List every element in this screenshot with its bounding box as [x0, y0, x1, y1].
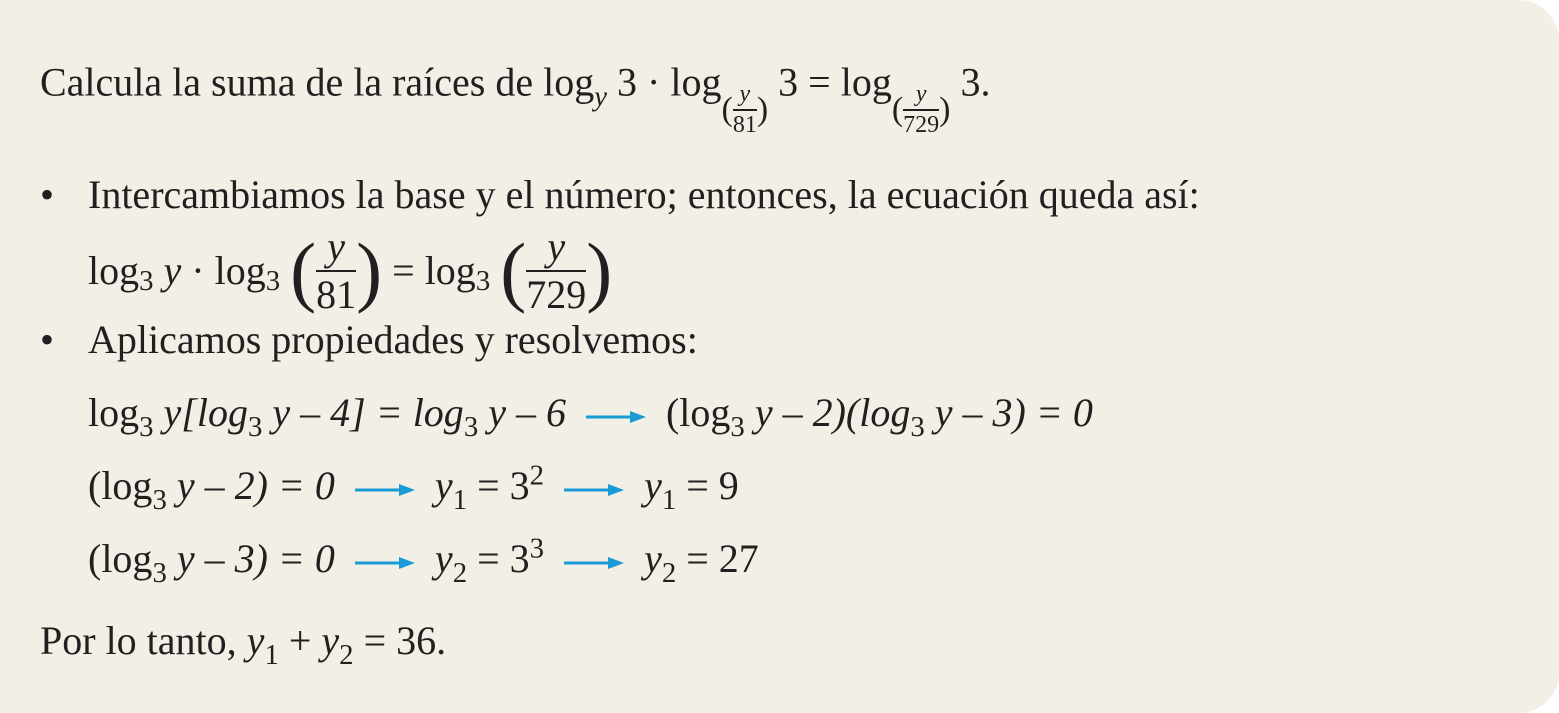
log-text: log: [840, 59, 892, 105]
log-base: 3: [265, 265, 281, 298]
paren-close: ): [356, 226, 383, 314]
conclusion: Por lo tanto, y1 + y2 = 36.: [40, 618, 447, 670]
fraction-num: y: [915, 81, 927, 107]
paren-open: (: [500, 226, 527, 314]
conclusion-prefix: Por lo tanto,: [40, 618, 237, 663]
var-y: y: [644, 463, 662, 508]
three: 3: [617, 59, 638, 105]
expr: = 9: [686, 463, 739, 508]
paren-close: ): [586, 226, 613, 314]
problem-prefix: Calcula la suma de la raíces de: [40, 59, 534, 105]
three: 3: [778, 59, 799, 105]
subscript: 1: [661, 484, 677, 517]
fraction-bar: [732, 109, 757, 112]
rewritten-equation: log3 y · log3 (y 81) = log3 (y 729): [88, 222, 613, 315]
content-card: Calcula la suma de la raíces de logy 3 ·…: [0, 0, 1559, 713]
right-arrow-icon: [354, 482, 415, 498]
expr: = 27: [686, 536, 759, 581]
right-arrow-icon: [564, 555, 625, 571]
var-y: y: [163, 247, 182, 293]
expr: = 3: [477, 463, 530, 508]
fraction-y-81: y 81: [316, 223, 357, 317]
log-text: (log: [88, 536, 153, 581]
fraction-den: 729: [526, 271, 587, 317]
small-fraction-729: ( y 729): [891, 81, 951, 139]
log-text: log: [424, 247, 476, 293]
right-arrow-icon: [564, 482, 625, 498]
var-y: y: [644, 536, 662, 581]
fraction-num: y: [547, 223, 566, 269]
right-arrow-icon: [354, 555, 415, 571]
subscript: 2: [452, 557, 468, 590]
expr: y – 2)(log: [754, 390, 911, 435]
fraction: y 729: [903, 81, 940, 139]
subscript: 2: [661, 557, 677, 590]
paren-open: (: [290, 226, 317, 314]
log-text: log: [88, 390, 140, 435]
paren-close: ): [939, 91, 951, 129]
subscript: 1: [452, 484, 468, 517]
bullet-icon: •: [40, 172, 55, 217]
fraction-y-729: y 729: [526, 223, 587, 317]
log-base: 3: [152, 557, 167, 590]
paren-open: (: [721, 91, 733, 129]
step1-text: Intercambiamos la base y el número; ento…: [88, 172, 1200, 217]
right-arrow-icon: [585, 409, 646, 425]
log-base: 3: [910, 411, 925, 444]
work-line-3: (log3 y – 3) = 0 y2 = 33 y2 = 27: [88, 534, 759, 587]
log-text: log: [214, 247, 266, 293]
var-y: y: [321, 618, 340, 663]
fraction-num: y: [739, 81, 751, 107]
expr: y – 3) = 0: [176, 536, 335, 581]
superscript: 3: [529, 532, 545, 565]
dot: ·: [647, 59, 661, 105]
three: 3: [960, 59, 981, 105]
fraction-den: 81: [316, 271, 357, 317]
step2-text: Aplicamos propiedades y resolvemos:: [88, 317, 698, 362]
paren-open: (: [891, 91, 904, 129]
expr: y – 6: [488, 390, 566, 435]
log-text: log: [88, 247, 140, 293]
expr: y – 3) = 0: [934, 390, 1093, 435]
log-base: 3: [152, 484, 167, 517]
log-base: 3: [463, 411, 479, 444]
log-base: 3: [139, 265, 154, 298]
log-base: 3: [730, 411, 745, 444]
fraction-num: y: [327, 223, 346, 269]
expr: = 3: [477, 536, 530, 581]
work-line-1: log3 y[log3 y – 4] = log3 y – 6 (log3 y …: [88, 390, 1093, 442]
work-line-2: (log3 y – 2) = 0 y1 = 32 y1 = 9: [88, 461, 739, 514]
log-text: log: [670, 59, 722, 105]
log-base: 3: [139, 411, 154, 444]
fraction: y 81: [732, 81, 757, 139]
fraction-den: 729: [903, 112, 940, 139]
var-y: y: [434, 463, 453, 508]
var-y: y: [434, 536, 453, 581]
plus: +: [288, 618, 312, 663]
log-base: 3: [247, 411, 263, 444]
period: .: [980, 59, 991, 105]
dot: ·: [191, 247, 205, 293]
small-fraction-81: (y 81): [721, 81, 769, 139]
fraction-den: 81: [732, 112, 757, 139]
expr: y – 2) = 0: [176, 463, 335, 508]
var-y: y: [246, 618, 265, 663]
equals: =: [808, 59, 831, 105]
equals: =: [392, 247, 415, 293]
result: = 36.: [363, 618, 447, 663]
log-text: log: [543, 59, 595, 105]
subscript: 1: [264, 639, 279, 672]
log-base: 3: [475, 265, 491, 298]
paren-close: ): [756, 91, 769, 129]
problem-statement: Calcula la suma de la raíces de logy 3 ·…: [40, 58, 991, 138]
expr: y[log: [163, 390, 248, 435]
log-text: (log: [88, 463, 153, 508]
subscript: 2: [339, 639, 354, 672]
expr: y – 4] = log: [272, 390, 464, 435]
superscript: 2: [529, 459, 545, 492]
bullet-icon: •: [40, 317, 55, 362]
log-text: (log: [665, 390, 731, 435]
log-base-y: y: [594, 80, 608, 113]
fraction-bar: [903, 109, 940, 112]
